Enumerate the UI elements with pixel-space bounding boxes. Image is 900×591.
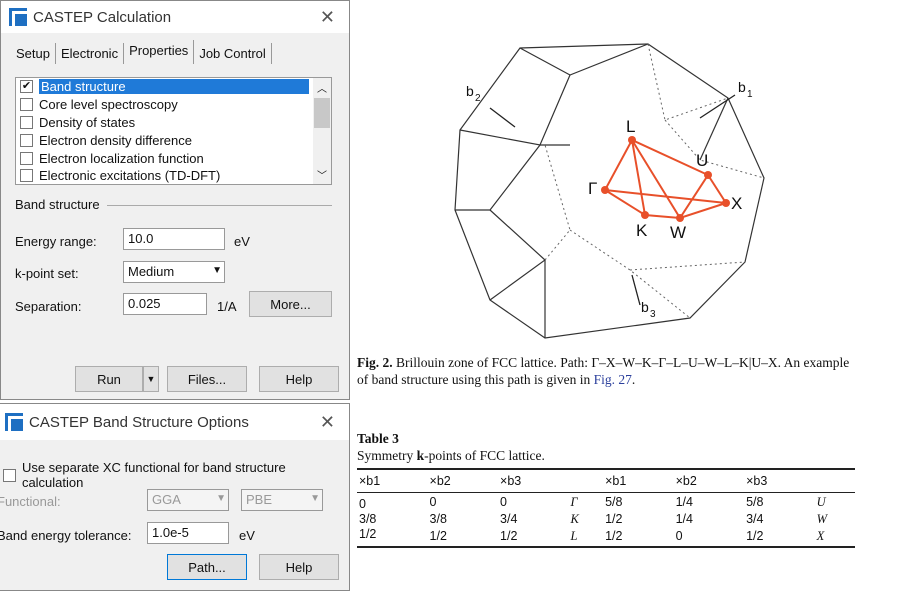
caption-label: Fig. 2.: [357, 355, 393, 370]
functional2-value: PBE: [246, 492, 273, 507]
functional-select[interactable]: GGA ▼: [147, 489, 229, 511]
cell: 3/4: [746, 512, 764, 526]
path-button[interactable]: Path...: [167, 554, 247, 580]
cell: 0: [500, 495, 507, 509]
help-button[interactable]: Help: [259, 366, 339, 392]
label-X: X: [731, 194, 742, 213]
table-caption: Symmetry: [357, 448, 417, 463]
cell: 1/2: [429, 529, 447, 543]
col-header: ×b3: [498, 469, 569, 493]
xc-label: Use separate XC functional for band stru…: [21, 460, 286, 490]
functional2-select[interactable]: PBE ▼: [241, 489, 323, 511]
band-structure-options-dialog: CASTEP Band Structure Options ✕ Use separ…: [0, 403, 350, 591]
app-icon: [5, 413, 23, 431]
cell: K: [570, 512, 579, 526]
label-b1: b: [738, 79, 746, 95]
caption-end: .: [631, 372, 636, 387]
xc-checkbox-row[interactable]: Use separate XC functional for band stru…: [3, 460, 349, 490]
table-caption-rest: -points of FCC lattice.: [424, 448, 545, 463]
table-caption-bold: k: [416, 448, 425, 463]
label-L: L: [626, 117, 635, 136]
cell: L: [570, 529, 578, 543]
col-header: ×b3: [744, 469, 815, 493]
col-header: [814, 469, 855, 493]
cell: 1/2: [359, 527, 377, 541]
cell: 3/4: [500, 512, 518, 526]
checkbox[interactable]: [3, 468, 16, 482]
cell: 0: [359, 497, 366, 511]
functional-value: GGA: [152, 492, 181, 507]
run-button[interactable]: Run: [75, 366, 143, 392]
table-row: 3/8 3/8 3/4 K 1/2 1/4 3/4 W: [357, 512, 855, 527]
brillouin-zone-figure: L U X W K Γ b1 b2 b3: [454, 43, 765, 339]
cell: 5/8: [605, 495, 623, 509]
label-b2: b: [466, 83, 474, 99]
table-title: Table 3 Symmetry k-points of FCC lattice.: [357, 430, 857, 464]
cell: 1/4: [675, 495, 693, 509]
title-bar: CASTEP Band Structure Options ✕: [0, 404, 349, 440]
cell: 3/8: [359, 512, 377, 526]
cell: 5/8: [746, 495, 764, 509]
tolerance-label: Band energy tolerance:: [0, 528, 132, 543]
cell: 1/2: [605, 512, 623, 526]
subscript: 3: [650, 309, 656, 320]
table-row: 0 0 0 Γ 5/8 1/4 5/8 U: [357, 493, 855, 513]
tolerance-unit: eV: [239, 528, 255, 543]
col-header: [568, 469, 604, 493]
label-b3: b: [641, 299, 649, 315]
cell: 0: [429, 495, 437, 509]
cell: 1/4: [675, 512, 693, 526]
dropdown-arrow-icon: ▼: [216, 493, 226, 504]
label-W: W: [670, 223, 686, 242]
label-Gamma: Γ: [588, 179, 597, 198]
table-row: 1/2 1/2 1/2 L 1/2 0 1/2 X: [357, 527, 855, 547]
col-header: ×b2: [427, 469, 499, 493]
cell: 1/2: [746, 529, 764, 543]
table-header: ×b1 ×b2 ×b3 ×b1 ×b2 ×b3: [357, 469, 855, 493]
figure-caption: Fig. 2. Brillouin zone of FCC lattice. P…: [357, 354, 857, 388]
cell: W: [816, 512, 828, 526]
cell: Γ: [570, 495, 578, 509]
functional-label: Functional:: [0, 494, 61, 509]
run-dropdown-button[interactable]: ▼: [143, 366, 159, 392]
cell: U: [816, 495, 826, 509]
tolerance-input[interactable]: 1.0e-5: [147, 522, 229, 544]
dropdown-arrow-icon: ▼: [310, 493, 320, 504]
col-header: ×b1: [357, 469, 428, 493]
fig-27-link[interactable]: Fig. 27: [594, 372, 632, 387]
label-K: K: [636, 221, 648, 240]
cell: 1/2: [605, 529, 623, 543]
help-button[interactable]: Help: [259, 554, 339, 580]
close-icon[interactable]: ✕: [320, 412, 335, 433]
table-label: Table 3: [357, 431, 399, 446]
dropdown-arrow-icon: ▼: [146, 374, 156, 384]
cell: 3/8: [429, 512, 447, 526]
subscript: 2: [475, 93, 481, 104]
cell: X: [816, 529, 825, 543]
subscript: 1: [747, 89, 753, 100]
files-button[interactable]: Files...: [167, 366, 247, 392]
col-header: ×b2: [673, 469, 745, 493]
dialog-title: CASTEP Band Structure Options: [29, 413, 249, 431]
kpoints-table: ×b1 ×b2 ×b3 ×b1 ×b2 ×b3 0 0 0 Γ 5/8 1/4 5/8 U 3/8 3/8…: [357, 468, 855, 548]
cell: 0: [675, 529, 683, 543]
col-header: ×b1: [603, 469, 674, 493]
cell: 1/2: [500, 529, 518, 543]
label-U: U: [696, 151, 708, 170]
